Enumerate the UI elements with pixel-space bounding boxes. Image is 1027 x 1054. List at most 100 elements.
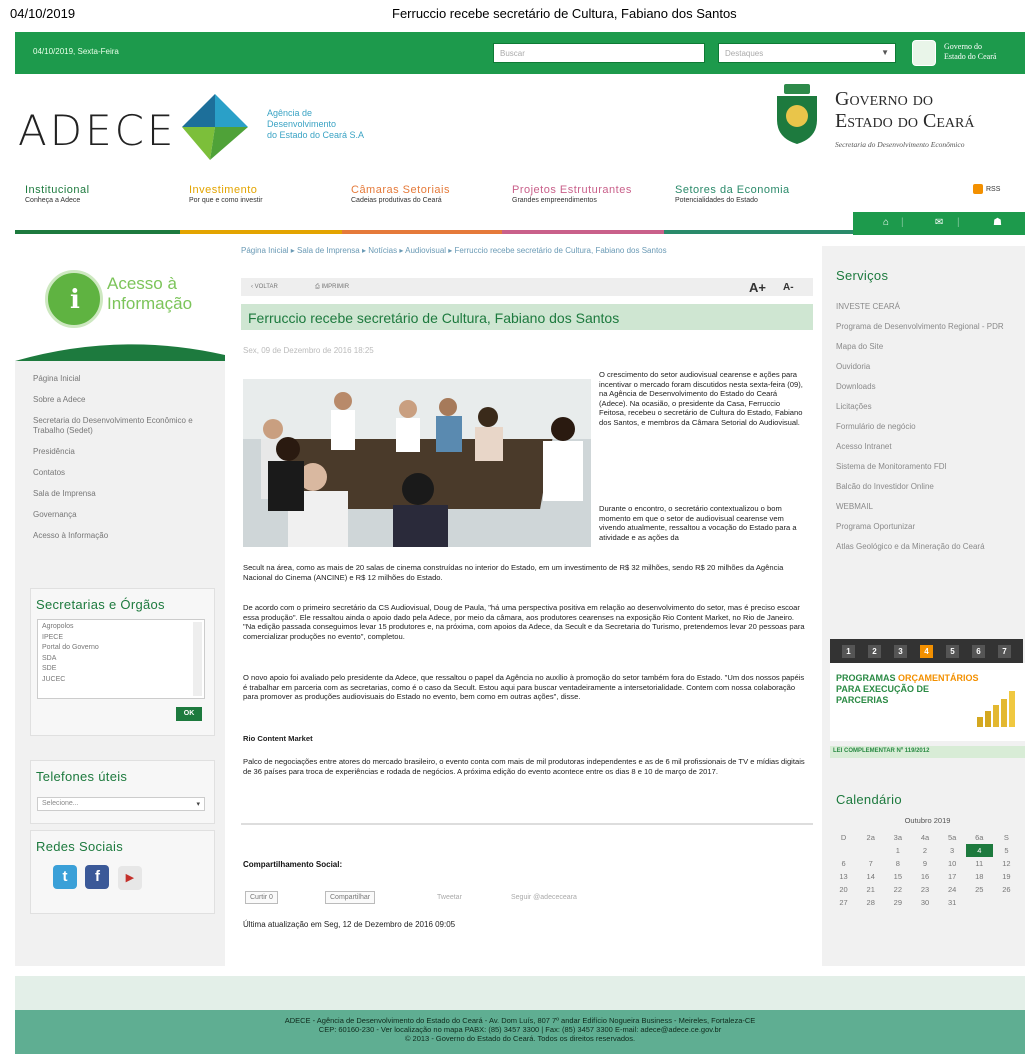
font-decrease-button[interactable]: A- <box>783 282 794 293</box>
nav-item-setores[interactable]: Setores da Economia Potencialidades do E… <box>675 184 790 204</box>
nav-item-investimento[interactable]: Investimento Por que e como investir <box>189 184 263 204</box>
calendar-day[interactable] <box>966 896 993 909</box>
servicos-item[interactable]: Atlas Geológico e da Mineração do Ceará <box>836 542 1016 552</box>
follow-button[interactable]: Seguir @adececeara <box>511 894 577 901</box>
left-menu-item[interactable]: Contatos <box>33 468 203 478</box>
list-item[interactable]: Agropolos <box>42 622 200 633</box>
calendar-day[interactable]: 21 <box>857 883 884 896</box>
servicos-item[interactable]: Sistema de Monitoramento FDI <box>836 462 1016 472</box>
share-button[interactable]: Compartilhar <box>325 891 376 904</box>
twitter-icon[interactable]: t <box>53 865 77 889</box>
servicos-item[interactable]: Mapa do Site <box>836 342 1016 352</box>
print-button[interactable]: ⎙ IMPRIMIR <box>315 284 349 291</box>
list-item[interactable]: SDE <box>42 664 200 675</box>
servicos-item[interactable]: Formulário de negócio <box>836 422 1016 432</box>
listbox-scrollbar[interactable] <box>193 622 202 696</box>
calendar-day[interactable]: 31 <box>939 896 966 909</box>
sitemap-icon[interactable]: ☗ <box>993 217 1002 228</box>
left-menu-item[interactable]: Governança <box>33 510 203 520</box>
servicos-item[interactable]: Programa de Desenvolvimento Regional - P… <box>836 322 1016 332</box>
pager-button-active[interactable]: 4 <box>920 645 933 658</box>
tweet-button[interactable]: Tweetar <box>437 894 462 901</box>
calendar-day[interactable] <box>857 844 884 857</box>
pager-button[interactable]: 3 <box>894 645 907 658</box>
calendar-day[interactable]: 17 <box>939 870 966 883</box>
programas-banner[interactable]: PROGRAMAS ORÇAMENTÁRIOS PARA EXECUÇÃO DE… <box>830 663 1025 741</box>
pager-button[interactable]: 1 <box>842 645 855 658</box>
calendar-day[interactable]: 8 <box>884 857 911 870</box>
nav-item-projetos[interactable]: Projetos Estruturantes Grandes empreendi… <box>512 184 632 204</box>
home-icon[interactable]: ⌂ <box>883 217 889 228</box>
calendar-day[interactable]: 7 <box>857 857 884 870</box>
servicos-item[interactable]: Licitações <box>836 402 1016 412</box>
calendar-day[interactable]: 6 <box>830 857 857 870</box>
left-menu-item[interactable]: Acesso à Informação <box>33 531 203 541</box>
servicos-item[interactable]: Balcão do Investidor Online <box>836 482 1016 492</box>
lei-complementar-link[interactable]: LEI COMPLEMENTAR Nº 119/2012 <box>830 746 1025 758</box>
left-menu-item[interactable]: Secretaria do Desenvolvimento Econômico … <box>33 416 203 436</box>
nav-item-camaras[interactable]: Câmaras Setoriais Cadeias produtivas do … <box>351 184 450 204</box>
calendar-day[interactable]: 15 <box>884 870 911 883</box>
list-item[interactable]: JUCEC <box>42 675 200 686</box>
adece-logo-text[interactable]: ADECE <box>18 106 176 155</box>
nav-item-institucional[interactable]: Institucional Conheça a Adece <box>25 184 90 204</box>
calendar-day-today[interactable]: 4 <box>965 844 993 857</box>
like-button[interactable]: Curtir 0 <box>245 891 278 904</box>
search-input[interactable]: Buscar <box>493 43 705 63</box>
left-menu-item[interactable]: Sobre a Adece <box>33 395 203 405</box>
calendar-day[interactable]: 28 <box>857 896 884 909</box>
calendar-day[interactable]: 26 <box>993 883 1020 896</box>
ok-button[interactable]: OK <box>176 707 202 721</box>
calendar-day[interactable]: 29 <box>884 896 911 909</box>
servicos-item[interactable]: INVESTE CEARÁ <box>836 302 1016 312</box>
calendar-day[interactable] <box>993 896 1020 909</box>
telefones-select[interactable]: Selecione... ▾ <box>37 797 205 811</box>
calendar-day[interactable]: 3 <box>939 844 966 857</box>
calendar-day[interactable]: 13 <box>830 870 857 883</box>
calendar-day[interactable]: 14 <box>857 870 884 883</box>
pager-button[interactable]: 6 <box>972 645 985 658</box>
list-item[interactable]: IPECE <box>42 633 200 644</box>
calendar-day[interactable]: 11 <box>966 857 993 870</box>
highlights-select[interactable]: Destaques ▼ <box>718 43 896 63</box>
calendar-day[interactable]: 22 <box>884 883 911 896</box>
facebook-icon[interactable]: f <box>85 865 110 889</box>
secretarias-listbox[interactable]: Agropolos IPECE Portal do Governo SDA SD… <box>37 619 205 699</box>
calendar-day[interactable]: 27 <box>830 896 857 909</box>
back-button[interactable]: ‹ VOLTAR <box>251 284 278 290</box>
rss-link[interactable]: RSS <box>973 184 1000 194</box>
left-menu-item[interactable]: Sala de Imprensa <box>33 489 203 499</box>
left-menu-item[interactable]: Página Inicial <box>33 374 203 384</box>
pager-button[interactable]: 5 <box>946 645 959 658</box>
calendar-day[interactable]: 25 <box>966 883 993 896</box>
calendar-day[interactable]: 5 <box>993 844 1020 857</box>
calendar-day[interactable]: 24 <box>939 883 966 896</box>
gov-small-logo[interactable]: Governo do Estado do Ceará <box>912 38 1027 68</box>
pager-button[interactable]: 2 <box>868 645 881 658</box>
servicos-item[interactable]: Programa Oportunizar <box>836 522 1016 532</box>
acesso-informacao-banner[interactable]: i Acesso à Informação <box>15 246 225 361</box>
servicos-item[interactable]: WEBMAIL <box>836 502 1016 512</box>
calendar-day[interactable]: 19 <box>993 870 1020 883</box>
left-menu-item[interactable]: Presidência <box>33 447 203 457</box>
footer-contact[interactable]: CEP: 60160-230 - Ver localização no mapa… <box>15 1025 1025 1034</box>
calendar-day[interactable]: 10 <box>939 857 966 870</box>
calendar-day[interactable]: 2 <box>911 844 938 857</box>
calendar-day[interactable]: 12 <box>993 857 1020 870</box>
servicos-item[interactable]: Acesso Intranet <box>836 442 1016 452</box>
servicos-item[interactable]: Downloads <box>836 382 1016 392</box>
breadcrumb[interactable]: Página Inicial ▸ Sala de Imprensa ▸ Notí… <box>241 246 813 256</box>
font-increase-button[interactable]: A+ <box>749 280 766 295</box>
calendar-day[interactable]: 16 <box>911 870 938 883</box>
calendar-day[interactable]: 20 <box>830 883 857 896</box>
pager-button[interactable]: 7 <box>998 645 1011 658</box>
calendar-day[interactable]: 1 <box>884 844 911 857</box>
youtube-icon[interactable]: ▶ <box>117 866 142 890</box>
servicos-item[interactable]: Ouvidoria <box>836 362 1016 372</box>
mail-icon[interactable]: ✉ <box>935 217 943 228</box>
calendar-day[interactable]: 23 <box>911 883 938 896</box>
calendar-day[interactable] <box>830 844 857 857</box>
list-item[interactable]: SDA <box>42 654 200 665</box>
calendar-day[interactable]: 30 <box>911 896 938 909</box>
list-item[interactable]: Portal do Governo <box>42 643 200 654</box>
